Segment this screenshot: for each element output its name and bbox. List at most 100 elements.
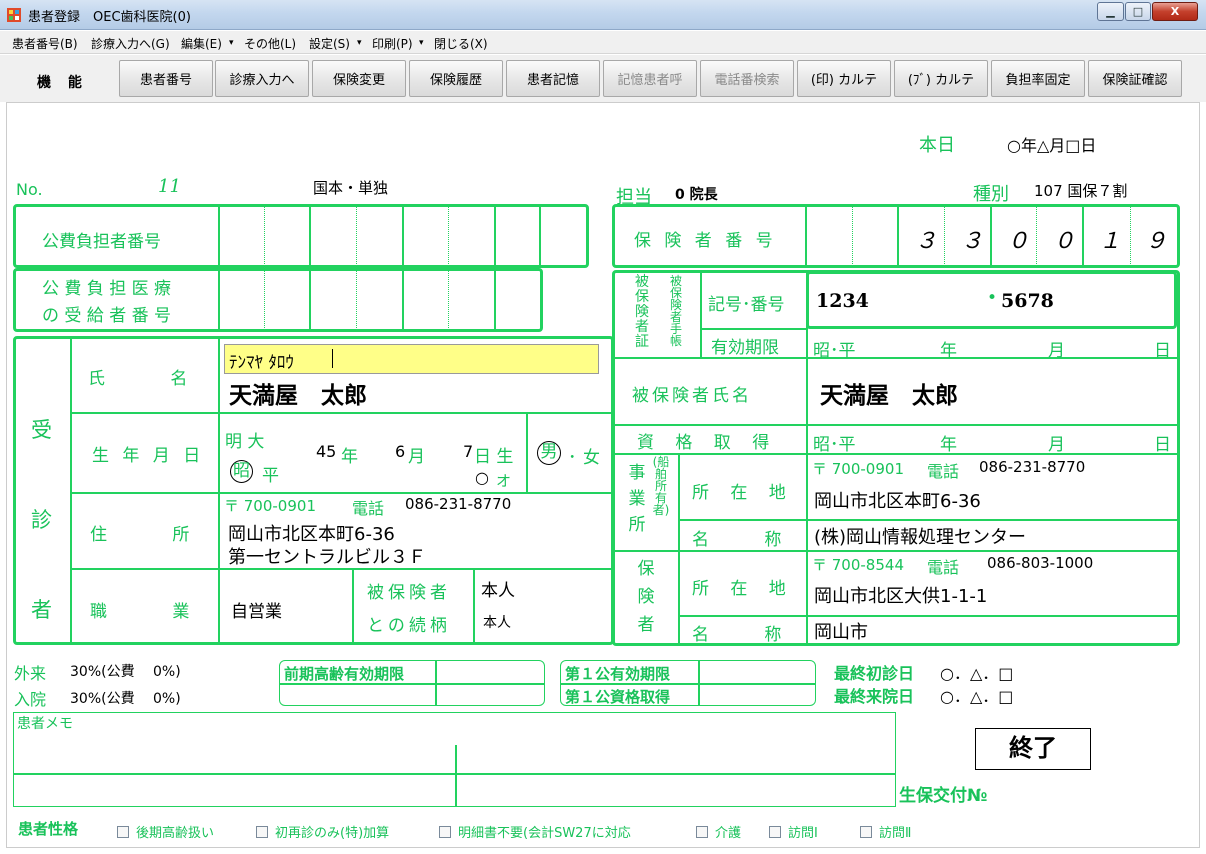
no-label: No. (16, 180, 43, 199)
memo-label: 患者メモ (17, 716, 73, 732)
minimize-button[interactable]: ▁ (1097, 2, 1124, 21)
sex-other-label: オ (496, 472, 512, 490)
checkbox-icon[interactable] (439, 825, 451, 838)
insurance-card-check-button[interactable]: 保険証確認 (1088, 60, 1182, 97)
jigyosho-address-value: 岡山市北区本町6-36 (814, 491, 981, 512)
kigo-value: 1234 (816, 290, 869, 312)
checkbox-icon[interactable] (769, 825, 781, 838)
toolbar-label: 機 能 (37, 75, 88, 91)
jigyosho-tel-label: 電話 (927, 462, 960, 481)
checkbox-icon[interactable] (256, 825, 268, 838)
menu-settings[interactable]: 設定(S) (309, 35, 350, 52)
checkbox-icon[interactable] (860, 825, 872, 838)
last-first-visit-label: 最終初診日 (834, 664, 915, 683)
shubetsu-label: 種別 (973, 184, 1009, 205)
to-treatment-button[interactable]: 診療入力へ (215, 60, 309, 97)
insurer-digit: ３ (914, 229, 937, 254)
patient-tel-label: 電話 (352, 499, 385, 518)
zenki-label: 前期高齢有効期限 (284, 665, 405, 683)
today-value: ○年△月□日 (1007, 136, 1097, 155)
birth-year-unit: 年 (341, 447, 358, 467)
kana-input[interactable]: ﾃﾝﾏﾔ ﾀﾛｳ (224, 344, 599, 374)
insurer-digit: ９ (1144, 229, 1167, 254)
chevron-down-icon[interactable]: ▾ (419, 38, 424, 48)
sex-other-circle[interactable]: ○ (475, 468, 489, 487)
insurer-digit: １ (1098, 229, 1121, 254)
recall-patient-button[interactable]: 記憶患者呼 (603, 60, 697, 97)
birth-month: 6 (395, 442, 406, 461)
sex-female[interactable]: 女 (583, 443, 600, 468)
menu-print[interactable]: 印刷(P) (372, 35, 413, 52)
maximize-button[interactable]: □ (1125, 2, 1151, 21)
relation-value-1: 本人 (481, 581, 515, 601)
seiho-label: 生保交付№ (899, 786, 988, 806)
menu-close[interactable]: 閉じる(X) (434, 35, 488, 52)
patient-name: 天満屋 太郎 (229, 382, 367, 409)
relation-label-2: との続柄 (367, 616, 451, 636)
birth-day: 7 (463, 442, 474, 461)
hokensha-address-label: 所 在 地 (692, 579, 794, 599)
insurer-digit: ０ (1006, 229, 1029, 254)
dai1-valid-label: 第１公有効期限 (565, 665, 671, 683)
insurance-history-button[interactable]: 保険履歴 (409, 60, 503, 97)
address-label: 住 所 (90, 525, 190, 545)
fix-rate-button[interactable]: 負担率固定 (991, 60, 1085, 97)
inpatient-label: 入院 (14, 690, 47, 709)
chevron-down-icon[interactable]: ▾ (229, 38, 234, 48)
menu-edit[interactable]: 編集(E) (181, 35, 222, 52)
sex-male-circled[interactable]: 男 (537, 441, 561, 465)
expiry-day-unit: 日 (1154, 341, 1171, 361)
relation-value-2: 本人 (483, 615, 511, 631)
trait-checkbox[interactable]: 介護 (696, 822, 741, 841)
trait-checkbox[interactable]: 明細書不要(会計SW27に対応 (439, 822, 631, 841)
era-heisei[interactable]: 平 (262, 461, 279, 486)
trait-checkbox[interactable]: 初再診のみ(特)加算 (256, 822, 389, 841)
trait-checkbox[interactable]: 訪問Ⅰ (769, 822, 818, 841)
trait-checkbox[interactable]: 後期高齢扱い (117, 822, 214, 841)
birthdate-label: 生 年 月 日 (92, 446, 205, 466)
blank-chart-button[interactable]: (ﾌﾞ) カルテ (894, 60, 988, 97)
close-button[interactable]: X (1152, 2, 1198, 21)
card-vertical-label: 被保険者証 (635, 274, 649, 350)
occupation-value: 自営業 (231, 602, 282, 622)
inpatient-rate: 30%(公費 0%) (70, 691, 181, 707)
last-first-visit-value: ○．△．□ (940, 664, 1014, 683)
birth-year: 45 (316, 442, 337, 461)
insurance-change-button[interactable]: 保険変更 (312, 60, 406, 97)
hokensha-name-value: 岡山市 (814, 622, 868, 643)
print-chart-button[interactable]: (印) カルテ (797, 60, 891, 97)
chevron-down-icon[interactable]: ▾ (357, 38, 362, 48)
era-showa-circled[interactable]: 昭 (230, 460, 253, 483)
jigyosho-vertical-sub: (船舶所有者) (652, 455, 670, 517)
checkbox-icon[interactable] (117, 825, 129, 838)
jigyosho-postal-label: 〒 700-0901 (812, 460, 904, 478)
text-caret (332, 349, 333, 368)
today-label: 本日 (919, 135, 955, 156)
end-button[interactable]: 終了 (975, 728, 1091, 770)
expiry-label: 有効期限 (711, 338, 779, 358)
menu-shinryo-nyuryoku[interactable]: 診療入力へ(G) (91, 35, 170, 52)
bango-dot: • (987, 288, 998, 308)
jigyosho-address-label: 所 在 地 (692, 483, 794, 503)
hokensha-name-label: 名 称 (692, 625, 782, 645)
checkbox-icon[interactable] (696, 825, 708, 838)
patient-number-button[interactable]: 患者番号 (119, 60, 213, 97)
menu-kanja-bango[interactable]: 患者番号(B) (12, 35, 78, 52)
dai1-qual-label: 第１公資格取得 (565, 688, 671, 706)
last-visit-label: 最終来院日 (834, 687, 915, 706)
holder-name-label: 被保険者氏名 (632, 386, 752, 406)
patient-vertical-label: 受診者 (31, 418, 52, 622)
window-title: 患者登録 OEC歯科医院(0) (28, 10, 191, 25)
insurance-type: 国本・単独 (313, 179, 389, 197)
last-visit-value: ○．△．□ (940, 687, 1014, 706)
jigyosho-name-label: 名 称 (692, 530, 782, 550)
menu-other[interactable]: その他(L) (244, 35, 296, 52)
remember-patient-button[interactable]: 患者記憶 (506, 60, 600, 97)
hokensha-tel-label: 電話 (927, 558, 960, 577)
kigo-label: 記号･番号 (708, 295, 785, 315)
outpatient-rate: 30%(公費 0%) (70, 664, 181, 680)
trait-checkbox[interactable]: 訪問Ⅱ (860, 822, 911, 841)
insurer-digit: ３ (960, 229, 983, 254)
phone-search-button[interactable]: 電話番検索 (700, 60, 794, 97)
holder-name-value: 天満屋 太郎 (820, 382, 958, 409)
